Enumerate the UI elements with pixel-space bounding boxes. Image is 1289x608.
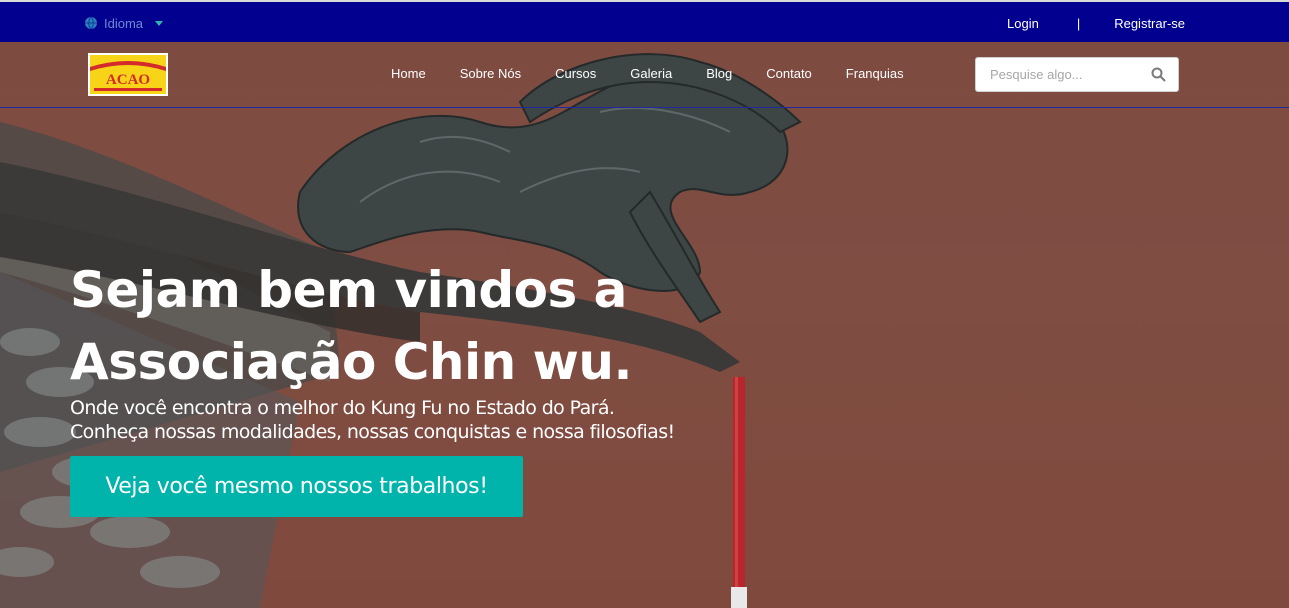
- hero-headline-line-2: Associação Chin wu.: [70, 333, 632, 391]
- hero-subtitle-line-2: Conheça nossas modalidades, nossas conqu…: [70, 421, 675, 443]
- globe-icon: [85, 16, 97, 30]
- acao-logo-icon: ACAO: [88, 53, 168, 96]
- auth-links: Login | Registrar-se: [1007, 14, 1185, 32]
- hero-subtitle: Onde você encontra o melhor do Kung Fu n…: [70, 396, 770, 444]
- main-nav: Home Sobre Nós Cursos Galeria Blog Conta…: [374, 66, 921, 84]
- main-navbar: ACAO Home Sobre Nós Cursos Galeria Blog …: [0, 42, 1289, 108]
- hero-subtitle-line-1: Onde você encontra o melhor do Kung Fu n…: [70, 397, 615, 419]
- nav-item-cursos[interactable]: Cursos: [538, 66, 613, 84]
- auth-separator: |: [1076, 15, 1081, 31]
- login-link[interactable]: Login: [1007, 16, 1039, 31]
- cta-button[interactable]: Veja você mesmo nossos trabalhos!: [70, 456, 523, 517]
- nav-item-franquias[interactable]: Franquias: [829, 66, 921, 84]
- nav-item-blog[interactable]: Blog: [689, 66, 749, 84]
- chevron-down-icon: [155, 20, 164, 26]
- language-selector[interactable]: Idioma: [84, 14, 164, 32]
- search-icon[interactable]: [1151, 67, 1166, 82]
- register-link[interactable]: Registrar-se: [1114, 16, 1185, 31]
- search-box: [975, 57, 1179, 92]
- site-logo[interactable]: ACAO: [88, 53, 168, 96]
- hero-headline-line-1: Sejam bem vindos a: [70, 261, 627, 319]
- nav-item-sobre-nos[interactable]: Sobre Nós: [443, 66, 538, 84]
- nav-item-home[interactable]: Home: [374, 66, 443, 84]
- top-bar: Idioma Login | Registrar-se: [0, 0, 1289, 42]
- svg-text:ACAO: ACAO: [106, 72, 150, 88]
- search-input[interactable]: [976, 58, 1146, 91]
- language-label: Idioma: [104, 15, 144, 31]
- nav-item-galeria[interactable]: Galeria: [613, 66, 689, 84]
- hero-headline: Sejam bem vindos a Associação Chin wu.: [70, 254, 690, 398]
- nav-item-contato[interactable]: Contato: [749, 66, 829, 84]
